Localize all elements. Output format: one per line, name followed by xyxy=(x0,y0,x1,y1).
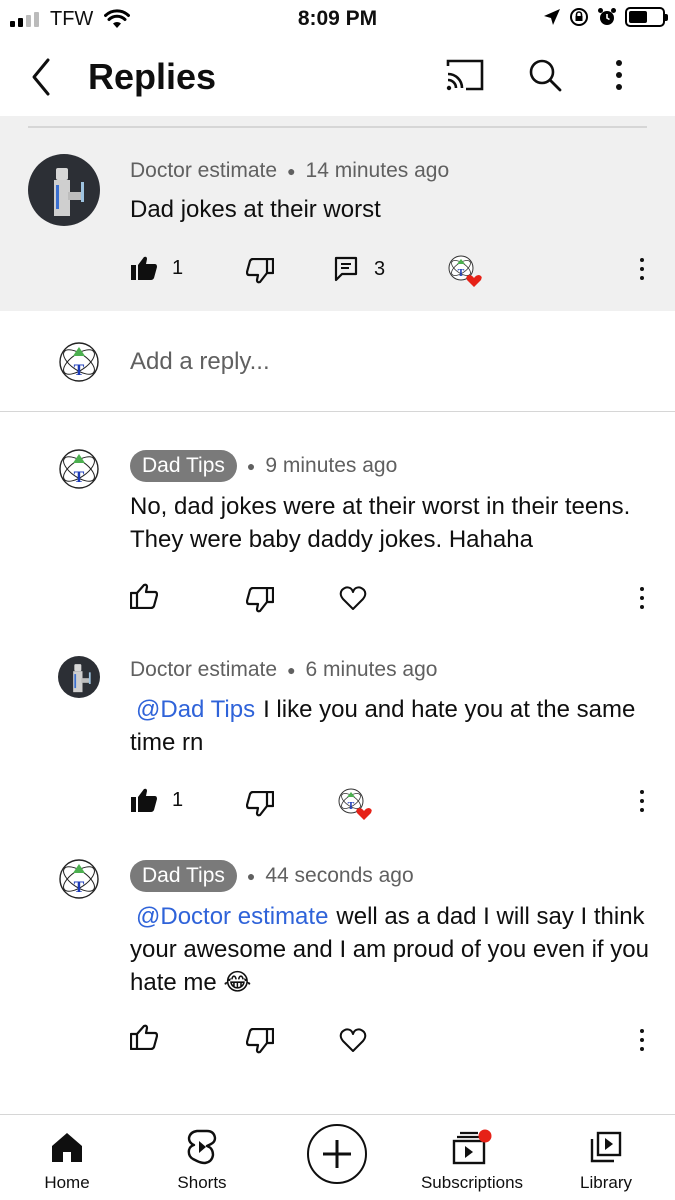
creator-heart-badge: T xyxy=(337,787,377,823)
creator-heart-badge: T xyxy=(447,254,487,290)
heart-outline-icon xyxy=(339,1028,367,1052)
search-icon[interactable] xyxy=(527,57,563,93)
dad-tips-logo-icon: T xyxy=(59,342,99,382)
avatar[interactable] xyxy=(28,154,100,226)
mention-link[interactable]: @Doctor estimate xyxy=(136,903,328,930)
creator-heart-icon: T xyxy=(448,255,482,287)
avatar[interactable]: T xyxy=(58,448,100,490)
svg-text:T: T xyxy=(74,469,85,486)
comment-text: @Dad Tips I like you and hate you at the … xyxy=(130,693,660,759)
heart-button[interactable] xyxy=(339,1027,367,1053)
creator-author-chip[interactable]: Dad Tips xyxy=(130,450,237,482)
more-vertical-icon[interactable] xyxy=(612,57,626,93)
plus-icon xyxy=(323,1140,351,1168)
svg-text:T: T xyxy=(74,879,85,896)
comment-author[interactable]: Doctor estimate xyxy=(130,159,277,183)
dad-tips-logo-icon: T xyxy=(59,859,99,899)
app-header: Replies xyxy=(0,38,675,116)
nav-subscriptions-label: Subscriptions xyxy=(420,1173,524,1192)
thumbs-up-filled-icon xyxy=(131,256,157,280)
svg-text:T: T xyxy=(348,801,355,812)
nav-subscriptions[interactable]: Subscriptions xyxy=(412,1115,532,1200)
nav-shorts-label: Shorts xyxy=(177,1173,227,1192)
like-button[interactable]: 1 xyxy=(130,255,183,281)
thumbs-down-icon xyxy=(246,258,274,284)
dad-tips-logo-icon: T xyxy=(59,449,99,489)
doctor-avatar-image xyxy=(54,168,84,216)
creator-author-chip[interactable]: Dad Tips xyxy=(130,860,237,892)
subscriptions-icon xyxy=(452,1129,492,1165)
comment-more-icon[interactable] xyxy=(634,258,650,284)
heart-button[interactable] xyxy=(339,585,367,611)
divider xyxy=(0,411,675,412)
svg-text:T: T xyxy=(74,362,85,379)
status-bar: TFW 8:09 PM xyxy=(0,0,675,38)
nav-library-label: Library xyxy=(580,1173,632,1192)
nav-shorts[interactable]: Shorts xyxy=(157,1115,247,1200)
shorts-icon xyxy=(187,1129,217,1165)
separator-dot: ● xyxy=(287,662,296,678)
divider xyxy=(28,126,647,128)
dislike-button[interactable] xyxy=(246,587,274,613)
battery-icon xyxy=(625,7,668,27)
comment-time: 44 seconds ago xyxy=(265,864,414,887)
reply-count: 3 xyxy=(374,257,386,280)
back-arrow-icon[interactable] xyxy=(24,56,58,98)
nav-home-label: Home xyxy=(44,1173,90,1192)
original-comment: Doctor estimate ● 14 minutes ago Dad jok… xyxy=(0,116,675,311)
avatar[interactable] xyxy=(58,656,100,698)
comment-text: No, dad jokes were at their worst in the… xyxy=(130,493,631,553)
alarm-icon xyxy=(598,8,616,25)
separator-dot: ● xyxy=(246,458,256,474)
separator-dot: ● xyxy=(287,163,296,179)
svg-text:T: T xyxy=(458,268,465,279)
nav-home[interactable]: Home xyxy=(22,1115,112,1200)
rotation-lock-icon xyxy=(570,8,588,26)
comment-time: 6 minutes ago xyxy=(305,658,438,681)
dislike-button[interactable] xyxy=(246,258,274,284)
heart-outline-icon xyxy=(339,586,367,610)
reply-button[interactable]: 3 xyxy=(334,256,385,282)
comment-more-icon[interactable] xyxy=(634,1029,650,1055)
like-button[interactable] xyxy=(130,1024,158,1050)
cast-icon[interactable] xyxy=(444,58,484,92)
doctor-avatar-image xyxy=(73,664,91,693)
reply-comment-icon xyxy=(334,256,358,282)
avatar[interactable]: T xyxy=(58,858,100,900)
page-title: Replies xyxy=(88,56,217,97)
comment-time: 14 minutes ago xyxy=(305,159,450,182)
separator-dot: ● xyxy=(246,868,256,884)
add-reply-input[interactable]: Add a reply... xyxy=(130,348,270,376)
create-button[interactable] xyxy=(307,1124,367,1184)
like-button[interactable]: 1 xyxy=(130,787,183,813)
thumbs-up-filled-icon xyxy=(131,788,157,812)
library-icon xyxy=(590,1131,622,1163)
thumbs-down-icon xyxy=(246,791,274,817)
thumbs-up-icon xyxy=(130,583,158,609)
thumbs-down-icon xyxy=(246,1028,274,1054)
creator-heart-icon: T xyxy=(338,788,372,820)
comment-text: Dad jokes at their worst xyxy=(130,196,381,223)
nav-library[interactable]: Library xyxy=(561,1115,651,1200)
thumbs-up-icon xyxy=(130,1024,158,1050)
avatar[interactable]: T xyxy=(58,341,100,383)
home-icon xyxy=(52,1133,82,1162)
comment-time: 9 minutes ago xyxy=(265,454,398,477)
mention-link[interactable]: @Dad Tips xyxy=(136,696,255,723)
like-count: 1 xyxy=(172,256,184,279)
location-icon xyxy=(544,9,560,25)
like-count: 1 xyxy=(172,788,184,811)
bottom-nav: Home Shorts Subscriptions Library xyxy=(0,1114,675,1200)
comment-author[interactable]: Doctor estimate xyxy=(130,658,277,682)
dislike-button[interactable] xyxy=(246,791,274,817)
comment-more-icon[interactable] xyxy=(634,587,650,613)
comment-more-icon[interactable] xyxy=(634,790,650,816)
dislike-button[interactable] xyxy=(246,1028,274,1054)
like-button[interactable] xyxy=(130,583,158,609)
thumbs-down-icon xyxy=(246,587,274,613)
comment-text: @Doctor estimate well as a dad I will say… xyxy=(130,900,660,999)
